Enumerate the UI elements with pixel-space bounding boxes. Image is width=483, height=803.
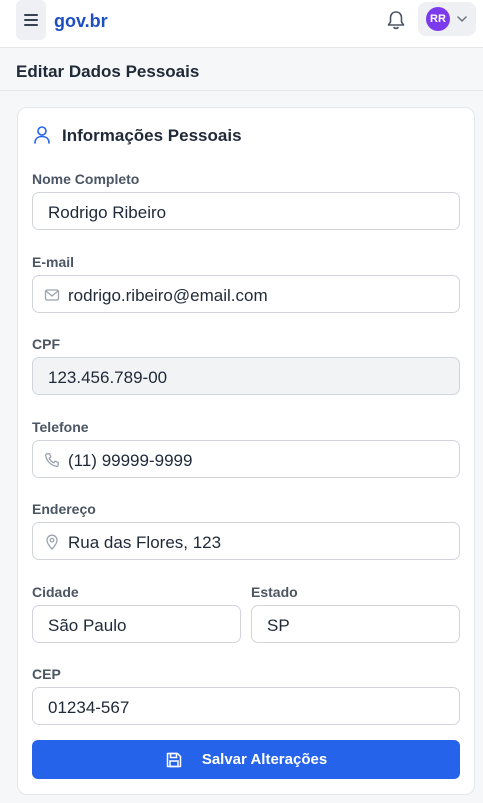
user-menu-button[interactable]: RR: [418, 2, 476, 36]
cep-value: 01234-567: [48, 698, 130, 717]
cidade-value: São Paulo: [48, 616, 127, 635]
menu-button[interactable]: [16, 0, 46, 40]
nome-field[interactable]: Rodrigo Ribeiro: [32, 192, 460, 230]
endereco-label: Endereço: [32, 501, 96, 517]
chevron-down-icon: [457, 16, 467, 22]
mail-icon: [44, 289, 60, 301]
endereco-value: Rua das Flores, 123: [68, 533, 222, 552]
nome-label: Nome Completo: [32, 171, 140, 187]
telefone-label: Telefone: [32, 419, 89, 435]
map-pin-icon: [46, 534, 58, 550]
cidade-label: Cidade: [32, 584, 79, 600]
top-bar: gov.br RR: [0, 0, 483, 48]
section-title: Informações Pessoais: [62, 126, 242, 145]
avatar: RR: [426, 7, 450, 31]
endereco-field[interactable]: Rua das Flores, 123: [32, 522, 460, 560]
save-icon: [166, 752, 182, 767]
save-button-label: Salvar Alterações: [201, 751, 328, 768]
cep-label: CEP: [32, 666, 61, 682]
cpf-label: CPF: [32, 336, 60, 352]
menu-icon: [24, 14, 38, 26]
phone-icon: [45, 453, 59, 467]
cpf-field: 123.456.789-00: [32, 357, 460, 395]
save-button[interactable]: Salvar Alterações: [32, 740, 460, 779]
notifications-button[interactable]: [386, 9, 406, 31]
telefone-field[interactable]: (11) 99999-9999: [32, 440, 460, 478]
email-field[interactable]: rodrigo.ribeiro@email.com: [32, 275, 460, 313]
cep-field[interactable]: 01234-567: [32, 687, 460, 725]
gov-br-logo[interactable]: gov.br: [54, 11, 108, 32]
cpf-value: 123.456.789-00: [48, 368, 168, 387]
email-label: E-mail: [32, 254, 75, 270]
estado-value: SP: [267, 616, 290, 635]
telefone-value: (11) 99999-9999: [68, 451, 193, 470]
nome-value: Rodrigo Ribeiro: [48, 203, 167, 222]
user-icon: [34, 126, 50, 144]
bell-icon: [387, 11, 405, 30]
cidade-field[interactable]: São Paulo: [32, 605, 241, 643]
estado-label: Estado: [251, 584, 298, 600]
estado-field[interactable]: SP: [251, 605, 460, 643]
page-title: Editar Dados Pessoais: [16, 62, 200, 81]
email-value: rodrigo.ribeiro@email.com: [68, 286, 268, 305]
divider: [0, 90, 483, 91]
